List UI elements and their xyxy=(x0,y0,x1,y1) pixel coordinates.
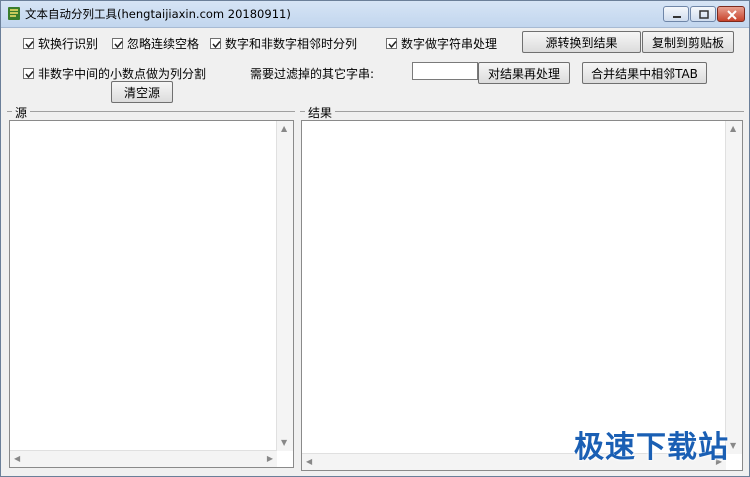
checkbox-box[interactable] xyxy=(210,38,221,49)
num-as-string-checkbox[interactable]: 数字做字符串处理 xyxy=(386,35,497,52)
source-textarea[interactable]: ▲ ▼ ◀ ▶ xyxy=(9,120,294,468)
num-as-string-label: 数字做字符串处理 xyxy=(401,37,498,51)
close-button[interactable] xyxy=(717,6,745,22)
filter-input[interactable] xyxy=(412,62,478,80)
maximize-icon xyxy=(699,10,709,19)
scroll-down-icon[interactable]: ▼ xyxy=(730,442,736,450)
source-vertical-scrollbar[interactable]: ▲ ▼ xyxy=(276,121,293,451)
checkbox-box[interactable] xyxy=(23,38,34,49)
app-icon xyxy=(7,6,21,21)
scroll-left-icon[interactable]: ◀ xyxy=(14,455,20,463)
copy-clipboard-button[interactable]: 复制到剪贴板 xyxy=(642,31,734,53)
ignore-spaces-checkbox[interactable]: 忽略连续空格 xyxy=(112,35,199,52)
result-group-title: 结果 xyxy=(305,104,336,121)
filter-label: 需要过滤掉的其它字串: xyxy=(250,67,375,81)
checkbox-box[interactable] xyxy=(23,68,34,79)
merge-tab-button[interactable]: 合并结果中相邻TAB xyxy=(582,62,707,84)
non-num-dot-checkbox[interactable]: 非数字中间的小数点做为列分割 xyxy=(23,65,206,82)
watermark: 极速下载站 xyxy=(574,430,729,465)
clear-source-button[interactable]: 清空源 xyxy=(111,81,173,103)
scroll-up-icon[interactable]: ▲ xyxy=(281,125,287,133)
checkmark-icon xyxy=(114,41,123,49)
source-group-title: 源 xyxy=(12,104,31,121)
scroll-left-icon[interactable]: ◀ xyxy=(306,458,312,466)
soft-newline-checkbox[interactable]: 软换行识别 xyxy=(23,35,98,52)
split-num-nonnum-label: 数字和非数字相邻时分列 xyxy=(225,37,358,51)
reprocess-button[interactable]: 对结果再处理 xyxy=(478,62,570,84)
source-horizontal-scrollbar[interactable]: ◀ ▶ xyxy=(10,450,277,467)
split-num-nonnum-checkbox[interactable]: 数字和非数字相邻时分列 xyxy=(210,35,357,52)
checkbox-box[interactable] xyxy=(386,38,397,49)
scroll-up-icon[interactable]: ▲ xyxy=(730,125,736,133)
checkmark-icon xyxy=(388,41,397,49)
app-window: 文本自动分列工具(hengtaijiaxin.com 20180911) 软换行… xyxy=(0,0,750,477)
checkmark-icon xyxy=(212,41,221,49)
non-num-dot-label: 非数字中间的小数点做为列分割 xyxy=(38,67,207,81)
checkbox-box[interactable] xyxy=(112,38,123,49)
scroll-right-icon[interactable]: ▶ xyxy=(267,455,273,463)
minimize-button[interactable] xyxy=(663,6,689,22)
ignore-spaces-label: 忽略连续空格 xyxy=(127,37,200,51)
convert-button[interactable]: 源转换到结果 xyxy=(522,31,641,53)
result-vertical-scrollbar[interactable]: ▲ ▼ xyxy=(725,121,742,454)
minimize-icon xyxy=(673,16,681,18)
result-textarea[interactable]: ▲ ▼ ◀ ▶ xyxy=(301,120,743,471)
checkmark-icon xyxy=(25,41,34,49)
scroll-down-icon[interactable]: ▼ xyxy=(281,439,287,447)
window-title: 文本自动分列工具(hengtaijiaxin.com 20180911) xyxy=(25,7,291,21)
close-icon xyxy=(727,10,737,20)
checkmark-icon xyxy=(25,71,34,79)
title-bar: 文本自动分列工具(hengtaijiaxin.com 20180911) xyxy=(1,1,749,28)
soft-newline-label: 软换行识别 xyxy=(38,37,99,51)
maximize-button[interactable] xyxy=(690,6,716,22)
